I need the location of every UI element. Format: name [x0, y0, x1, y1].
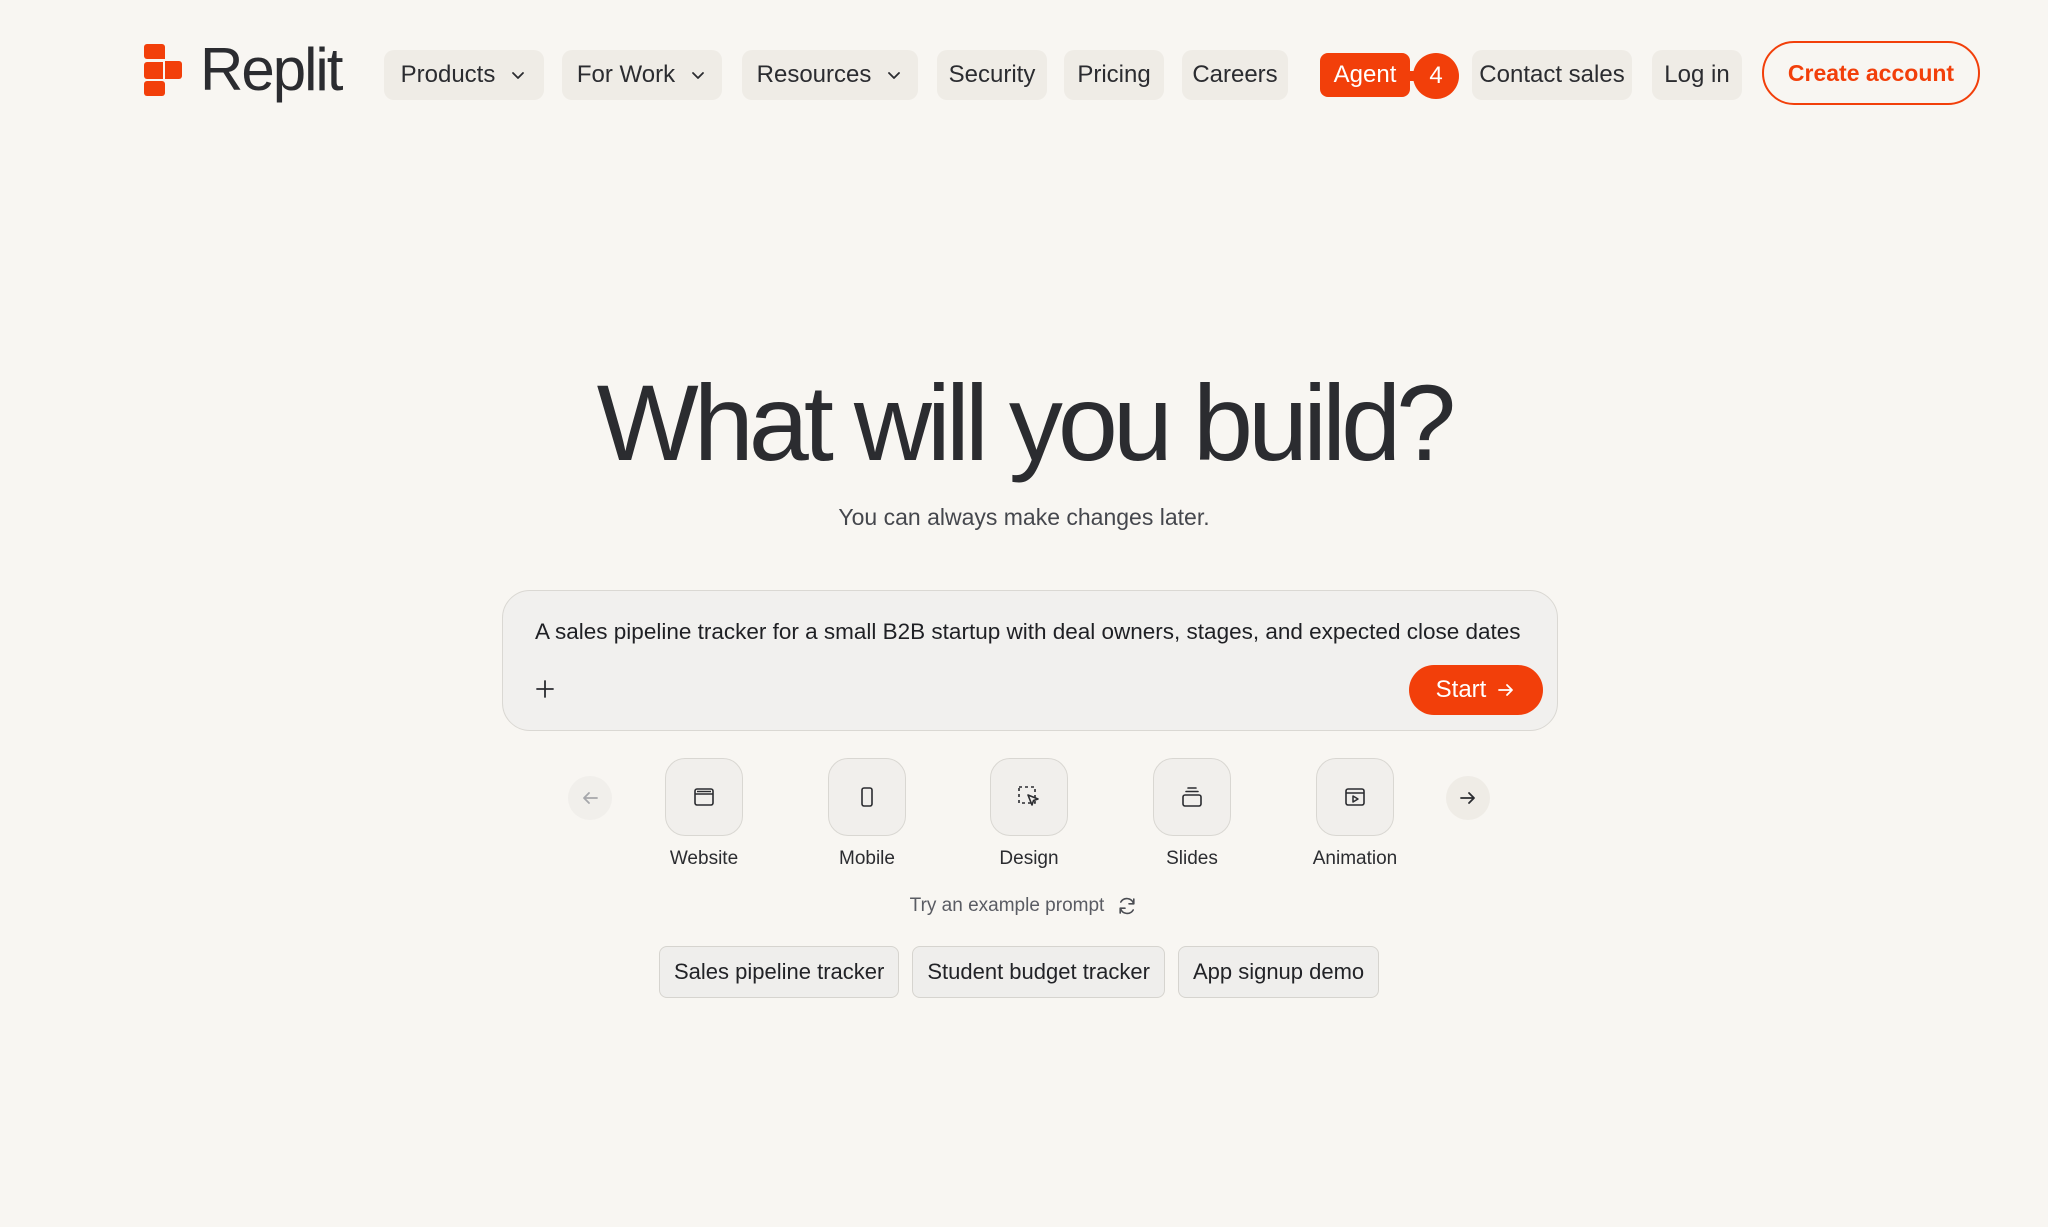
- nav-log-in[interactable]: Log in: [1652, 50, 1742, 100]
- type-slides[interactable]: Slides: [1132, 758, 1252, 870]
- nav-for-work-label: For Work: [576, 61, 676, 88]
- chevron-down-icon: [888, 72, 901, 79]
- arrow-left-icon: [583, 792, 598, 804]
- type-website-icon-box: [665, 758, 743, 836]
- browser-window-icon: [694, 788, 714, 806]
- agent-count: 4: [1429, 62, 1443, 89]
- replit-wordmark: Replit: [200, 36, 343, 103]
- chevron-down-icon: [692, 72, 705, 79]
- prompt-input-box[interactable]: A sales pipeline tracker for a small B2B…: [502, 590, 1558, 731]
- type-website[interactable]: Website: [644, 758, 764, 870]
- example-chip-student-budget[interactable]: Student budget tracker: [912, 946, 1165, 998]
- type-mobile-icon-box: [828, 758, 906, 836]
- nav-resources-label: Resources: [756, 61, 872, 88]
- type-design-icon-box: [990, 758, 1068, 836]
- slides-stack-icon: [1182, 787, 1202, 807]
- type-mobile-label: Mobile: [839, 848, 895, 869]
- type-website-label: Website: [669, 848, 739, 869]
- attach-button[interactable]: [527, 671, 563, 707]
- carousel-prev-button[interactable]: [568, 776, 612, 820]
- type-design-label: Design: [999, 848, 1059, 869]
- plus-icon: [536, 680, 554, 698]
- example-chips: Sales pipeline tracker Student budget tr…: [659, 946, 1380, 998]
- nav-products-label: Products: [400, 61, 496, 88]
- nav-careers[interactable]: Careers: [1182, 50, 1288, 100]
- start-button[interactable]: Start: [1409, 665, 1543, 715]
- replit-logo[interactable]: Replit: [144, 36, 343, 103]
- hero-subtitle: You can always make changes later.: [838, 504, 1210, 530]
- create-account-button[interactable]: Create account: [1762, 41, 1980, 105]
- type-slides-icon-box: [1153, 758, 1231, 836]
- video-play-icon: [1345, 788, 1365, 806]
- example-prompt-label: Try an example prompt: [909, 895, 1105, 916]
- type-slides-label: Slides: [1166, 848, 1218, 869]
- nav-agent[interactable]: Agent: [1320, 53, 1410, 97]
- type-animation[interactable]: Animation: [1295, 758, 1415, 870]
- nav-resources[interactable]: Resources: [742, 50, 918, 100]
- type-mobile[interactable]: Mobile: [807, 758, 927, 870]
- example-prompt-row: Try an example prompt: [0, 895, 2048, 917]
- example-chip-sales-pipeline[interactable]: Sales pipeline tracker: [659, 946, 900, 998]
- type-design[interactable]: Design: [969, 758, 1089, 870]
- type-animation-label: Animation: [1312, 848, 1398, 869]
- refresh-icon[interactable]: [1116, 895, 1138, 917]
- prompt-input[interactable]: A sales pipeline tracker for a small B2B…: [535, 619, 1529, 645]
- phone-icon: [861, 787, 873, 807]
- nav-pricing[interactable]: Pricing: [1064, 50, 1164, 100]
- type-animation-icon-box: [1316, 758, 1394, 836]
- select-cursor-icon: [1018, 786, 1039, 806]
- example-chip-app-signup[interactable]: App signup demo: [1177, 946, 1380, 998]
- hero-title: What will you build?: [596, 362, 1456, 483]
- arrow-right-icon: [1460, 792, 1475, 804]
- agent-count-badge: 4: [1405, 53, 1459, 99]
- chevron-down-icon: [512, 72, 525, 79]
- carousel-next-button[interactable]: [1446, 776, 1490, 820]
- arrow-right-icon: [1498, 684, 1514, 696]
- nav-for-work[interactable]: For Work: [562, 50, 722, 100]
- start-button-label: Start: [1435, 676, 1487, 703]
- nav-contact-sales[interactable]: Contact sales: [1472, 50, 1632, 100]
- nav-security[interactable]: Security: [937, 50, 1047, 100]
- nav-products[interactable]: Products: [384, 50, 544, 100]
- replit-logo-icon: [144, 44, 182, 96]
